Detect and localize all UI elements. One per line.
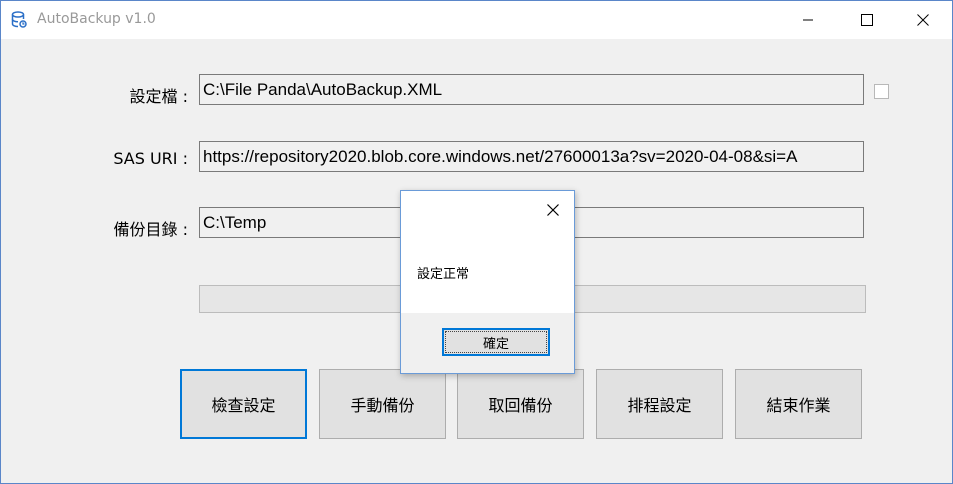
close-button[interactable] [900, 1, 946, 39]
dialog-close-button[interactable] [541, 199, 565, 221]
schedule-settings-button[interactable]: 排程設定 [596, 369, 723, 439]
config-checkbox[interactable] [874, 84, 889, 99]
ok-button[interactable]: 確定 [442, 328, 550, 356]
exit-button[interactable]: 結束作業 [735, 369, 862, 439]
maximize-button[interactable] [844, 1, 890, 39]
window-title: AutoBackup v1.0 [37, 11, 156, 27]
config-file-field[interactable]: C:\File Panda\AutoBackup.XML [199, 74, 864, 105]
focus-rect [445, 331, 547, 353]
dialog-message: 設定正常 [417, 267, 470, 282]
restore-backup-button[interactable]: 取回備份 [457, 369, 584, 439]
message-dialog: 設定正常 確定 [400, 190, 575, 374]
title-bar[interactable]: AutoBackup v1.0 [1, 1, 952, 39]
close-icon [547, 204, 559, 216]
config-file-label: 設定檔 : [129, 87, 188, 106]
sas-uri-field[interactable]: https://repository2020.blob.core.windows… [199, 141, 864, 172]
close-icon [917, 14, 929, 26]
sas-uri-label: SAS URI : [113, 149, 188, 168]
main-window: AutoBackup v1.0 設定檔 : C:\File Panda\Auto… [0, 0, 953, 484]
database-icon [11, 11, 27, 28]
minimize-button[interactable] [785, 1, 831, 39]
manual-backup-button[interactable]: 手動備份 [319, 369, 446, 439]
backup-dir-label: 備份目錄 : [113, 220, 188, 239]
dialog-footer: 確定 [401, 313, 574, 373]
minimize-icon [803, 19, 813, 21]
maximize-icon [861, 14, 873, 26]
check-settings-button[interactable]: 檢查設定 [180, 369, 307, 439]
